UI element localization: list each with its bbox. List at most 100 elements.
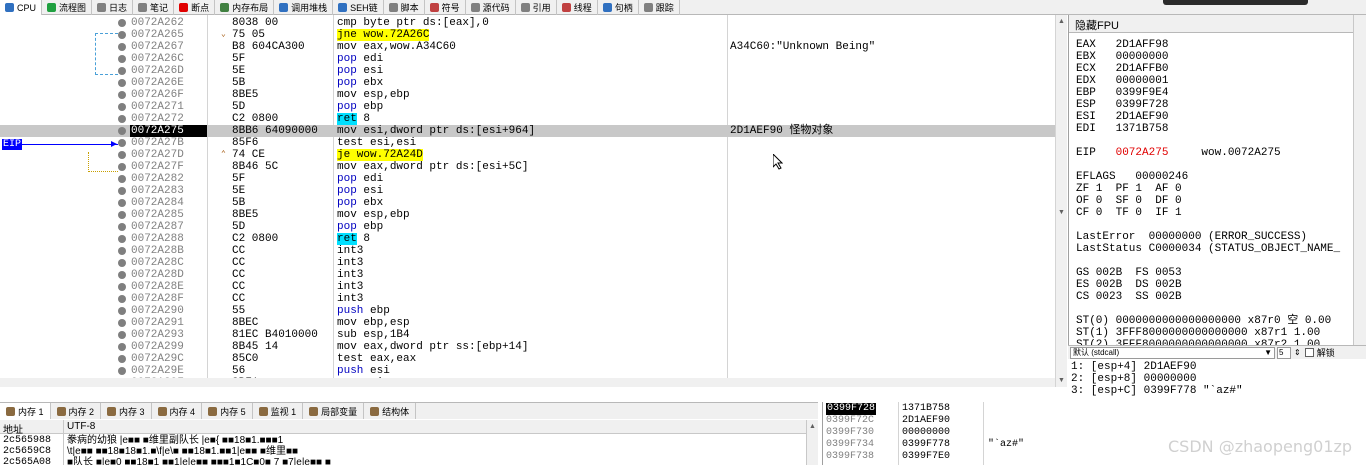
tab-流程图[interactable]: 流程图 (42, 0, 93, 15)
breakpoint-dot-icon[interactable] (118, 355, 126, 363)
call-arg[interactable]: 3: [esp+C] 0399F778 "`az#" (1071, 385, 1243, 397)
disasm-row[interactable]: 0072A29C 85C0 test eax,eax (0, 353, 1055, 365)
breakpoint-dot-icon[interactable] (118, 55, 126, 63)
breakpoint-dot-icon[interactable] (118, 307, 126, 315)
disasm-row[interactable]: 0072A271 5D pop ebp (0, 101, 1055, 113)
register-line[interactable]: ECX 2D1AFFB0 (1076, 63, 1168, 75)
registers-scrollbar[interactable] (1353, 15, 1366, 345)
disasm-row[interactable]: 0072A282 5F pop edi (0, 173, 1055, 185)
disasm-row[interactable]: 0072A299 8B45 14 mov eax,dword ptr ss:[ebp… (0, 341, 1055, 353)
disasm-row[interactable]: 0072A28D CC int3 (0, 269, 1055, 281)
disassembly-view[interactable]: 0072A262 8038 00 cmp byte ptr ds:[eax],0 00… (0, 15, 1055, 387)
stack-value[interactable]: 1371B758 (902, 403, 950, 415)
tab-引用[interactable]: 引用 (516, 0, 557, 15)
breakpoint-dot-icon[interactable] (118, 187, 126, 195)
breakpoint-dot-icon[interactable] (118, 295, 126, 303)
dump-col-utf8[interactable]: UTF-8 (67, 421, 95, 432)
breakpoint-dot-icon[interactable] (118, 367, 126, 375)
tab-CPU[interactable]: CPU (0, 0, 43, 15)
disassembly-vscrollbar[interactable]: ▲ ▼ ▼ (1055, 15, 1067, 387)
disasm-row[interactable]: 0072A28B CC int3 (0, 245, 1055, 257)
dump-row[interactable]: 2c565A08 ■队长 ■|e■0 ■■18■1 ■■1|e|e■■ ■■■1■… (0, 457, 806, 465)
disasm-row[interactable]: 0072A293 81EC B4010000 sub esp,1B4 (0, 329, 1055, 341)
breakpoint-dot-icon[interactable] (118, 319, 126, 327)
disassembly-hscrollbar[interactable] (0, 378, 1055, 387)
breakpoint-dot-icon[interactable] (118, 67, 126, 75)
disasm-row[interactable]: 0072A267 B8 604CA300 mov eax,wow.A34C60 A34… (0, 41, 1055, 53)
dump-tab-6[interactable]: 监视 1 (253, 403, 304, 419)
breakpoint-dot-icon[interactable] (118, 115, 126, 123)
scroll-down-icon[interactable]: ▼ (1056, 207, 1067, 218)
tab-笔记[interactable]: 笔记 (133, 0, 175, 15)
call-arg[interactable]: 2: [esp+8] 00000000 (1071, 373, 1196, 385)
register-line[interactable]: OF 0 SF 0 DF 0 (1076, 195, 1182, 207)
disasm-row[interactable]: 0072A290 55 push ebp (0, 305, 1055, 317)
tab-断点[interactable]: 断点 (174, 0, 216, 15)
breakpoint-dot-icon[interactable] (118, 163, 126, 171)
stack-value[interactable]: 0399F7E0 (902, 451, 950, 463)
stepper-arrows-icon[interactable]: ⇕ (1294, 348, 1301, 357)
disasm-row[interactable]: 0072A27D ⌃ 74 CE je wow.72A24D (0, 149, 1055, 161)
register-line[interactable]: ES 002B DS 002B (1076, 279, 1182, 291)
stack-address[interactable]: 0399F728 (826, 403, 877, 415)
tab-线程[interactable]: 线程 (557, 0, 598, 15)
disasm-row[interactable]: 0072A285 8BE5 mov esp,ebp (0, 209, 1055, 221)
disasm-row[interactable]: 0072A288 C2 0800 ret 8 (0, 233, 1055, 245)
dump-row[interactable]: 2c565988 豢病的幼狼 |e■■ ■维里副队长 |e■{ ■■18■1.■■… (0, 435, 806, 446)
dump-tab-8[interactable]: 结构体 (364, 403, 417, 419)
disasm-row[interactable]: 0072A26C 5F pop edi (0, 53, 1055, 65)
register-line[interactable]: EIP 0072A275 wow.0072A275 (1076, 147, 1281, 159)
stack-address[interactable]: 0399F738 (826, 451, 874, 463)
register-line[interactable]: ESI 2D1AEF90 (1076, 111, 1168, 123)
disasm-row[interactable]: 0072A291 8BEC mov ebp,esp (0, 317, 1055, 329)
dump-row[interactable]: 2c5659C8 \t|e■■ ■■18■18■1.■\f|e\■ ■■18■1.… (0, 446, 806, 457)
breakpoint-dot-icon[interactable] (118, 247, 126, 255)
breakpoint-dot-icon[interactable] (118, 223, 126, 231)
breakpoint-dot-icon[interactable] (118, 343, 126, 351)
register-line[interactable]: EDX 00000001 (1076, 75, 1168, 87)
register-line[interactable]: GS 002B FS 0053 (1076, 267, 1182, 279)
disasm-row[interactable]: 0072A29E 56 push esi (0, 365, 1055, 377)
disasm-row[interactable]: 0072A262 8038 00 cmp byte ptr ds:[eax],0 (0, 17, 1055, 29)
tab-脚本[interactable]: 脚本 (384, 0, 425, 15)
register-line[interactable]: LastStatus C0000034 (STATUS_OBJECT_NAME_ (1076, 243, 1340, 255)
disasm-row[interactable]: 0072A28C CC int3 (0, 257, 1055, 269)
tab-符号[interactable]: 符号 (425, 0, 466, 15)
stack-value[interactable]: 00000000 (902, 427, 950, 439)
tab-源代码[interactable]: 源代码 (466, 0, 516, 15)
breakpoint-dot-icon[interactable] (118, 31, 126, 39)
calling-convention-select[interactable]: 默认 (stdcall) ▼ (1070, 346, 1275, 359)
register-line[interactable]: CF 0 TF 0 IF 1 (1076, 207, 1182, 219)
disasm-row[interactable]: 0072A275 8BB6 64090000 mov esi,dword ptr d… (0, 125, 1055, 137)
breakpoint-dot-icon[interactable] (118, 139, 126, 147)
disasm-row[interactable]: 0072A26F 8BE5 mov esp,ebp (0, 89, 1055, 101)
tab-SEH链[interactable]: SEH链 (333, 0, 384, 15)
disasm-row[interactable]: 0072A283 5E pop esi (0, 185, 1055, 197)
breakpoint-dot-icon[interactable] (118, 199, 126, 207)
disasm-row[interactable]: 0072A28E CC int3 (0, 281, 1055, 293)
disasm-row[interactable]: 0072A28F CC int3 (0, 293, 1055, 305)
stack-address[interactable]: 0399F72C (826, 415, 874, 427)
breakpoint-dot-icon[interactable] (118, 43, 126, 51)
disasm-row[interactable]: 0072A27B 85F6 test esi,esi (0, 137, 1055, 149)
dump-tab-1[interactable]: 内存 1 (0, 403, 51, 419)
disasm-row[interactable]: 0072A27F 8B46 5C mov eax,dword ptr ds:[esi… (0, 161, 1055, 173)
breakpoint-dot-icon[interactable] (118, 19, 126, 27)
breakpoint-dot-icon[interactable] (118, 103, 126, 111)
disasm-row[interactable]: 0072A284 5B pop ebx (0, 197, 1055, 209)
breakpoint-dot-icon[interactable] (118, 271, 126, 279)
memory-dump-view[interactable]: 2c565988 豢病的幼狼 |e■■ ■维里副队长 |e■{ ■■18■1.■■… (0, 434, 806, 465)
disasm-row[interactable]: 0072A26D 5E pop esi (0, 65, 1055, 77)
dump-tab-3[interactable]: 内存 3 (101, 403, 152, 419)
register-line[interactable]: EDI 1371B758 (1076, 123, 1168, 135)
tab-日志[interactable]: 日志 (92, 0, 134, 15)
breakpoint-dot-icon[interactable] (118, 211, 126, 219)
register-line[interactable]: LastError 00000000 (ERROR_SUCCESS) (1076, 231, 1307, 243)
stack-value[interactable]: 0399F778 (902, 439, 950, 451)
arg-count-stepper[interactable]: 5 (1277, 346, 1291, 359)
scroll-up-icon[interactable]: ▲ (807, 421, 818, 432)
register-line[interactable]: EAX 2D1AFF98 (1076, 39, 1168, 51)
register-line[interactable]: EBX 00000000 (1076, 51, 1168, 63)
register-line[interactable]: ZF 1 PF 1 AF 0 (1076, 183, 1182, 195)
dump-tab-5[interactable]: 内存 5 (202, 403, 253, 419)
